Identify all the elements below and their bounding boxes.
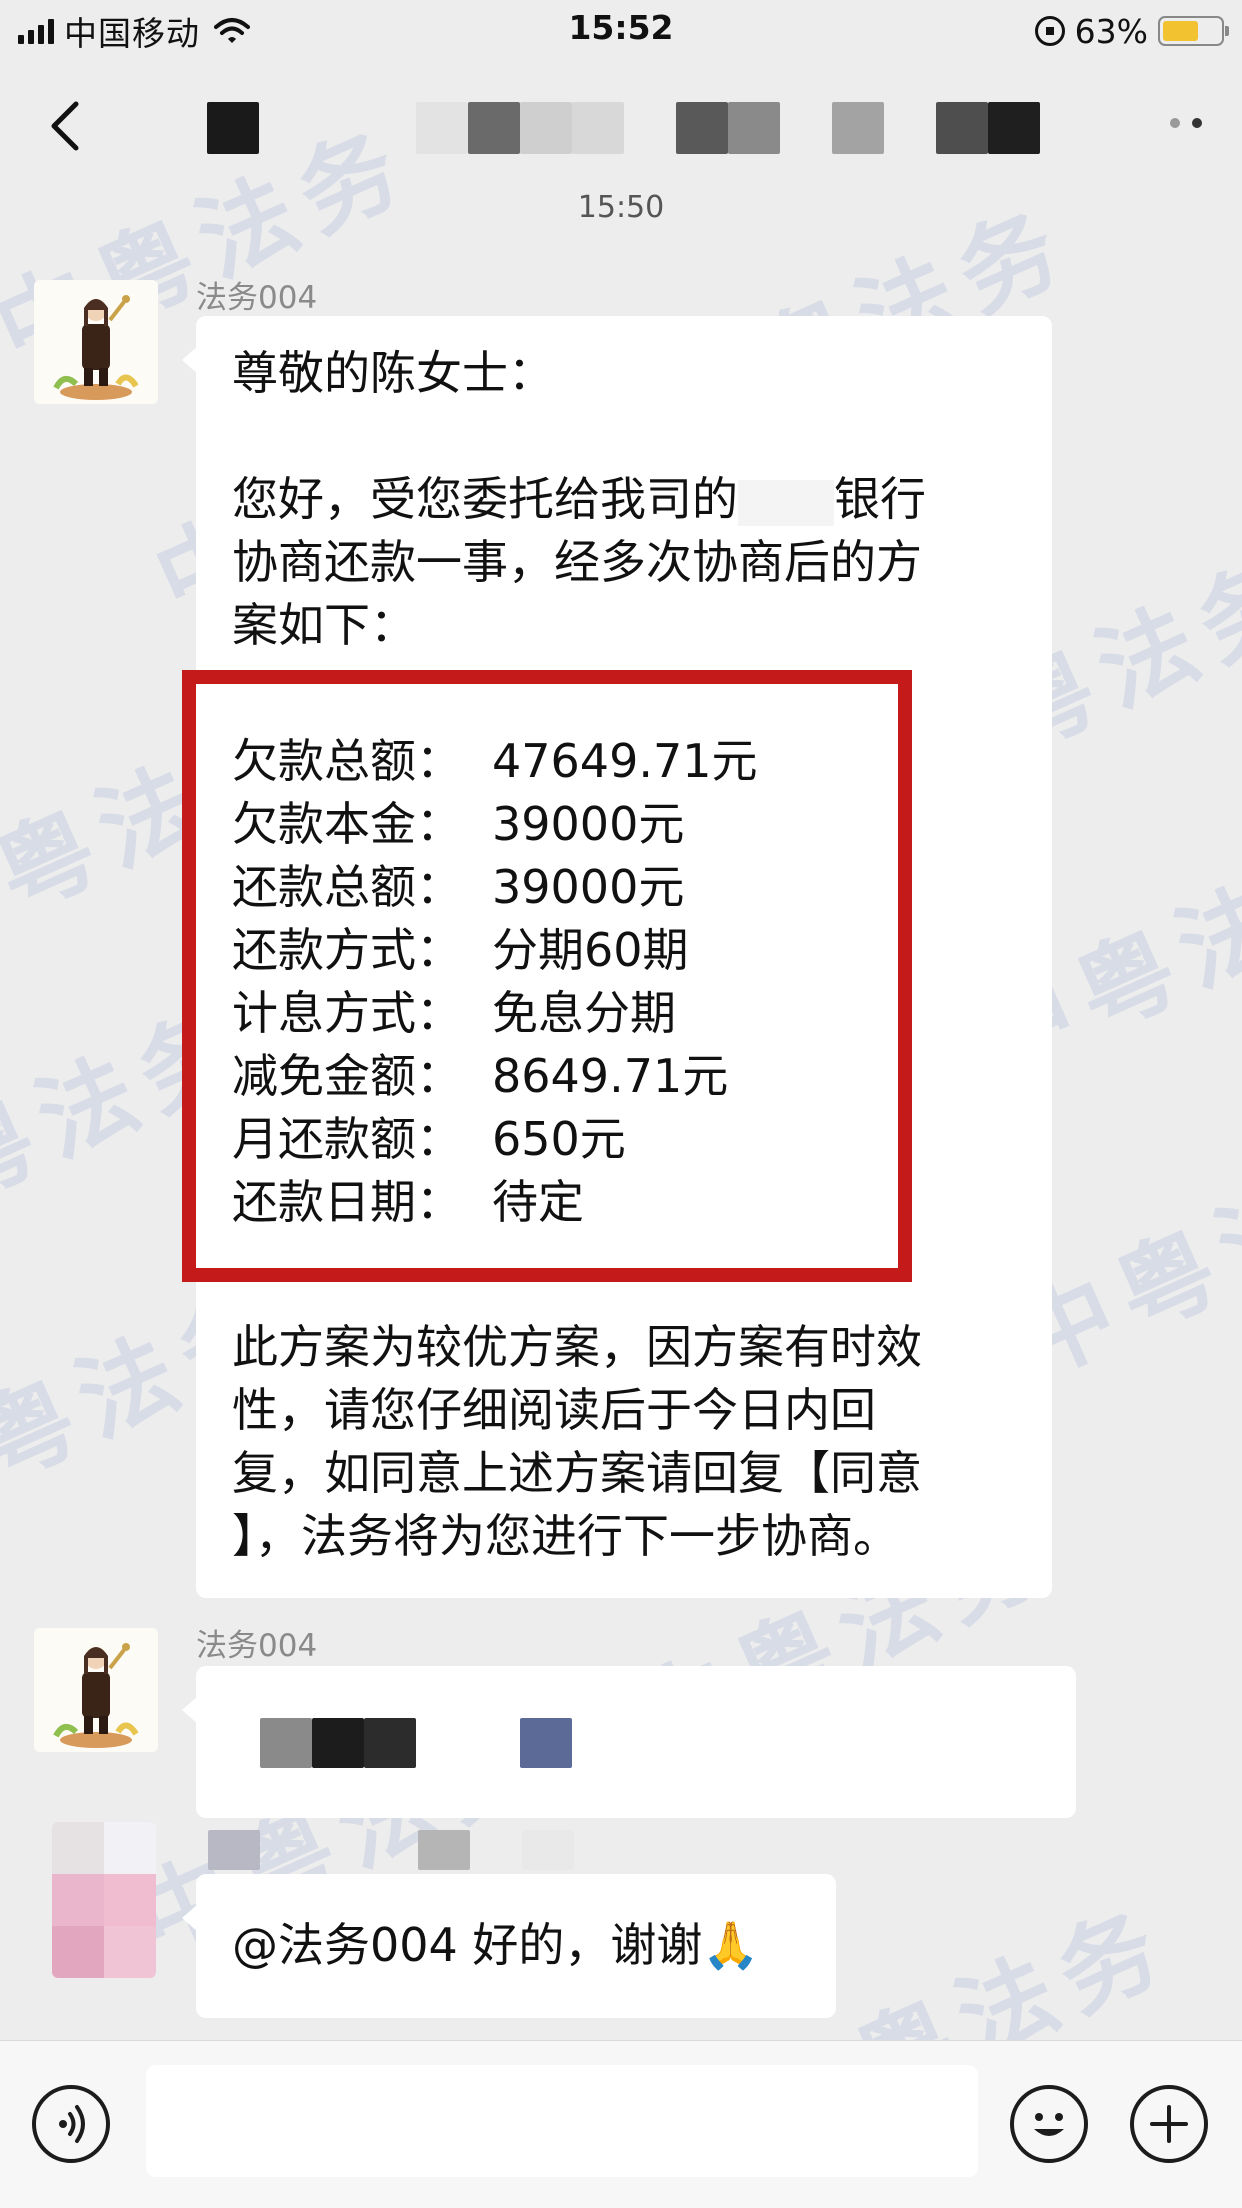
plan-row: 还款方式： 分期60期 — [232, 919, 758, 982]
plan-label: 还款方式： — [232, 923, 462, 977]
message-intro-line: 案如下： — [232, 598, 416, 652]
plan-row: 还款总额： 39000元 — [232, 856, 758, 919]
sender-name: 法务004 — [196, 1628, 318, 1664]
censored-title-block — [572, 102, 624, 154]
plan-value: 39000元 — [492, 860, 685, 914]
repayment-plan: 欠款总额： 47649.71元 欠款本金： 39000元 还款总额： 39000元 还… — [232, 730, 758, 1234]
reply-text: @法务004 好的，谢谢🙏 — [232, 1918, 760, 1972]
chat-screen: 中国移动 15:52 63% 15:50 中粤法务 中粤法务 中粤法务 中粤法务… — [0, 0, 1242, 2208]
plan-row: 减免金额： 8649.71元 — [232, 1045, 758, 1108]
censored-title-block — [520, 102, 572, 154]
censored-text-block — [312, 1718, 364, 1768]
battery-icon — [1158, 16, 1229, 46]
censored-title-block — [207, 102, 259, 154]
avatar[interactable] — [34, 1628, 158, 1752]
message-time-label: 15:50 — [577, 190, 665, 225]
plan-value: 免息分期 — [492, 986, 676, 1040]
message-intro-line: 协商还款一事，经多次协商后的方 — [232, 535, 922, 589]
battery-percent: 63% — [1074, 11, 1148, 51]
more-dots-icon[interactable] — [1170, 118, 1202, 128]
voice-icon[interactable] — [32, 2085, 110, 2163]
plan-row: 还款日期： 待定 — [232, 1171, 758, 1234]
battery-level — [1163, 21, 1198, 41]
message-outro-line: 性，请您仔细阅读后于今日内回 — [232, 1383, 876, 1437]
plan-label: 欠款本金： — [232, 797, 462, 851]
plan-value: 待定 — [492, 1175, 584, 1229]
message-outro-line: 复，如同意上述方案请回复【同意 — [232, 1446, 922, 1500]
plan-value: 650元 — [492, 1112, 626, 1166]
chevron-left-icon[interactable] — [40, 96, 96, 156]
message-outro-line: 】，法务将为您进行下一步协商。 — [232, 1509, 899, 1563]
censored-text-block — [364, 1718, 416, 1768]
message-intro-line: 您好，受您委托给我司的 银行 — [232, 468, 926, 531]
censored-title-block — [676, 102, 728, 154]
input-bar — [0, 2040, 1242, 2208]
censored-sender-name — [208, 1826, 588, 1870]
message-greeting: 尊敬的陈女士： — [232, 346, 554, 400]
censored-text-block — [260, 1718, 312, 1768]
censored-bank-name — [738, 479, 834, 526]
plan-label: 欠款总额： — [232, 734, 462, 788]
status-bar: 中国移动 15:52 63% — [0, 0, 1242, 62]
censored-title-block — [936, 102, 988, 154]
message-outro: 此方案为较优方案，因方案有时效 性，请您仔细阅读后于今日内回 复，如同意上述方案… — [232, 1316, 922, 1568]
plan-value: 分期60期 — [492, 923, 689, 977]
plan-value: 47649.71元 — [492, 734, 758, 788]
plan-row: 欠款本金： 39000元 — [232, 793, 758, 856]
censored-title-block — [728, 102, 780, 154]
censored-text-block — [520, 1718, 572, 1768]
plan-label: 还款总额： — [232, 860, 462, 914]
plan-value: 39000元 — [492, 797, 685, 851]
status-right: 63% — [1034, 10, 1229, 52]
plan-label: 还款日期： — [232, 1175, 462, 1229]
plan-row: 月还款额： 650元 — [232, 1108, 758, 1171]
message-bubble[interactable] — [182, 1666, 1076, 1818]
sender-name: 法务004 — [196, 280, 318, 316]
censored-title-block — [416, 102, 468, 154]
censored-title-block — [832, 102, 884, 154]
message-intro-text: 您好，受您委托给我司的 — [232, 472, 738, 526]
message-outro-line: 此方案为较优方案，因方案有时效 — [232, 1320, 922, 1374]
rotation-lock-icon — [1034, 16, 1065, 46]
plan-row: 欠款总额： 47649.71元 — [232, 730, 758, 793]
plus-icon[interactable] — [1130, 2085, 1208, 2163]
plan-label: 减免金额： — [232, 1049, 462, 1103]
message-intro-bank: 银行 — [834, 472, 926, 526]
censored-title-block — [468, 102, 520, 154]
lawyer-avatar-icon — [34, 280, 158, 404]
message-input[interactable] — [146, 2065, 978, 2177]
avatar[interactable] — [34, 280, 158, 404]
plan-value: 8649.71元 — [492, 1049, 729, 1103]
plan-label: 计息方式： — [232, 986, 462, 1040]
message-bubble[interactable]: @法务004 好的，谢谢🙏 — [182, 1874, 836, 2018]
nav-bar — [0, 62, 1242, 190]
plan-row: 计息方式： 免息分期 — [232, 982, 758, 1045]
emoji-icon[interactable] — [1010, 2085, 1088, 2163]
censored-title-block — [988, 102, 1040, 154]
plan-label: 月还款额： — [232, 1112, 462, 1166]
avatar[interactable] — [52, 1822, 156, 1978]
lawyer-avatar-icon — [34, 1628, 158, 1752]
